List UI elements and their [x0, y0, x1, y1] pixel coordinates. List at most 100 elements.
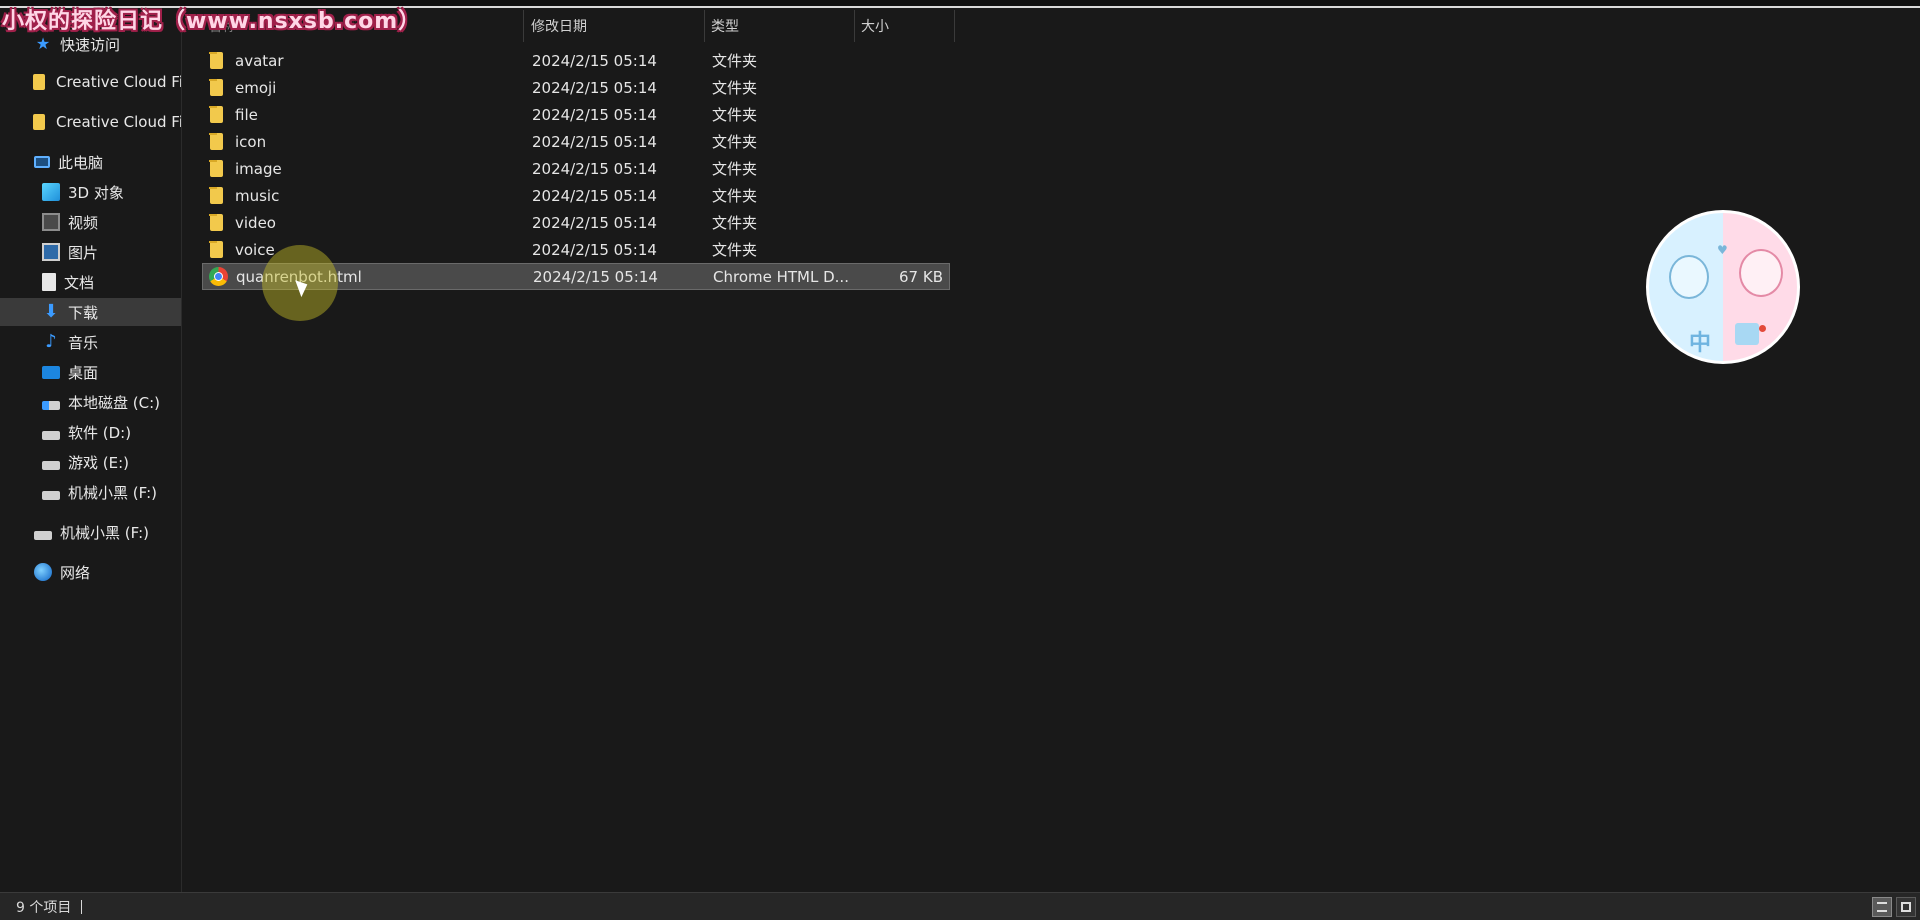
file-row[interactable]: image 2024/2/15 05:14 文件夹	[202, 155, 950, 182]
nav-label: 机械小黑 (F:)	[68, 483, 157, 502]
navigation-pane[interactable]: ★ 快速访问 Creative Cloud Fil Creative Cloud…	[0, 10, 182, 892]
column-header-label: 修改日期	[531, 19, 587, 35]
status-separator	[81, 899, 83, 914]
file-type: 文件夹	[712, 241, 758, 259]
file-name: video	[235, 213, 276, 232]
file-name-cell: icon	[202, 132, 522, 151]
nav-desktop[interactable]: 桌面	[0, 358, 181, 386]
nav-pictures[interactable]: 图片	[0, 238, 181, 266]
file-name: file	[235, 105, 258, 124]
nav-label: 图片	[68, 243, 99, 262]
large-icons-view-button[interactable]	[1896, 897, 1916, 917]
nav-label: 文档	[64, 273, 95, 292]
file-date: 2024/2/15 05:14	[532, 240, 657, 259]
nav-drive-f[interactable]: 机械小黑 (F:)	[0, 478, 181, 506]
nav-label: 机械小黑 (F:)	[60, 523, 149, 542]
file-date: 2024/2/15 05:14	[532, 51, 657, 70]
nav-label: 视频	[68, 213, 99, 232]
file-type: 文件夹	[712, 187, 758, 205]
file-row[interactable]: icon 2024/2/15 05:14 文件夹	[202, 128, 950, 155]
nav-music[interactable]: ♪ 音乐	[0, 328, 181, 356]
floating-avatar-widget[interactable]: ♥ 中	[1646, 210, 1800, 364]
nav-drive-c[interactable]: 本地磁盘 (C:)	[0, 388, 181, 416]
chrome-icon	[209, 267, 228, 286]
file-row[interactable]: music 2024/2/15 05:14 文件夹	[202, 182, 950, 209]
file-name-cell: voice	[202, 240, 522, 259]
picture-icon	[42, 243, 60, 261]
details-view-button[interactable]	[1872, 897, 1892, 917]
nav-label: 快速访问	[60, 35, 121, 54]
nav-label: 游戏 (E:)	[68, 453, 130, 472]
nav-network[interactable]: 网络	[0, 558, 181, 586]
nav-label: 网络	[60, 563, 91, 582]
file-name: image	[235, 159, 282, 178]
avatar-text: 中	[1689, 331, 1712, 356]
drive-icon	[34, 530, 52, 540]
nav-videos[interactable]: 视频	[0, 208, 181, 236]
file-name-cell: quanrenbot.html	[203, 267, 523, 286]
shirt-icon	[1735, 323, 1759, 345]
folder-icon	[209, 51, 223, 69]
system-drive-icon	[42, 400, 60, 410]
film-icon	[42, 213, 60, 231]
file-type: 文件夹	[712, 106, 758, 124]
nav-label: Creative Cloud Fil	[56, 113, 182, 131]
file-row[interactable]: video 2024/2/15 05:14 文件夹	[202, 209, 950, 236]
nav-drive-d[interactable]: 软件 (D:)	[0, 418, 181, 446]
file-date: 2024/2/15 05:14	[532, 105, 657, 124]
status-bar: 9 个项目	[0, 892, 1920, 920]
file-type: Chrome HTML D...	[713, 267, 849, 286]
download-arrow-icon: ⬇	[43, 301, 59, 322]
heart-icon: ♥	[1717, 243, 1728, 257]
folder-icon	[209, 159, 223, 177]
large-icons-view-icon	[1901, 902, 1911, 912]
avatar-boy-face	[1669, 255, 1709, 299]
file-name-cell: file	[202, 105, 522, 124]
file-type: 文件夹	[712, 79, 758, 97]
document-icon	[42, 273, 56, 291]
nav-pinned-creative-cloud-1[interactable]: Creative Cloud Fil	[0, 68, 182, 96]
folder-icon	[209, 78, 223, 96]
column-header-type[interactable]: 类型	[705, 10, 855, 42]
column-header-date[interactable]: 修改日期	[525, 10, 705, 42]
nav-drive-e[interactable]: 游戏 (E:)	[0, 448, 181, 476]
nav-label: 桌面	[68, 363, 99, 382]
nav-this-pc[interactable]: 此电脑	[0, 148, 181, 176]
folder-icon	[209, 213, 223, 231]
nav-pinned-creative-cloud-2[interactable]: Creative Cloud Fil	[0, 108, 182, 136]
file-row[interactable]: emoji 2024/2/15 05:14 文件夹	[202, 74, 950, 101]
file-row[interactable]: avatar 2024/2/15 05:14 文件夹	[202, 47, 950, 74]
network-icon	[34, 563, 52, 581]
nav-downloads[interactable]: ⬇ 下载	[0, 298, 181, 326]
music-note-icon: ♪	[45, 331, 57, 352]
file-name: music	[235, 186, 280, 205]
file-size: 67 KB	[899, 267, 943, 286]
drive-icon	[42, 430, 60, 440]
column-header-label: 大小	[861, 19, 889, 35]
file-type: 文件夹	[712, 160, 758, 178]
nav-label: 下载	[68, 303, 99, 322]
nav-removable-drive-f[interactable]: 机械小黑 (F:)	[0, 518, 181, 546]
nav-label: Creative Cloud Fil	[56, 73, 182, 91]
file-date: 2024/2/15 05:14	[532, 186, 657, 205]
file-name: icon	[235, 132, 267, 151]
item-count: 9 个项目	[16, 899, 72, 916]
folder-icon	[209, 240, 223, 258]
file-row[interactable]: file 2024/2/15 05:14 文件夹	[202, 101, 950, 128]
desktop-icon	[42, 365, 60, 379]
folder-icon	[33, 114, 45, 130]
computer-icon	[34, 156, 50, 168]
file-date: 2024/2/15 05:14	[532, 213, 657, 232]
file-date: 2024/2/15 05:14	[533, 267, 658, 286]
star-icon: ★	[35, 34, 51, 53]
drive-icon	[42, 460, 60, 470]
nav-label: 音乐	[68, 333, 99, 352]
column-header-size[interactable]: 大小	[855, 10, 955, 42]
file-name: avatar	[235, 51, 284, 70]
nav-documents[interactable]: 文档	[0, 268, 181, 296]
folder-icon	[33, 74, 45, 90]
nav-3d-objects[interactable]: 3D 对象	[0, 178, 181, 206]
drive-icon	[42, 490, 60, 500]
file-name: voice	[235, 240, 275, 259]
file-name-cell: video	[202, 213, 522, 232]
